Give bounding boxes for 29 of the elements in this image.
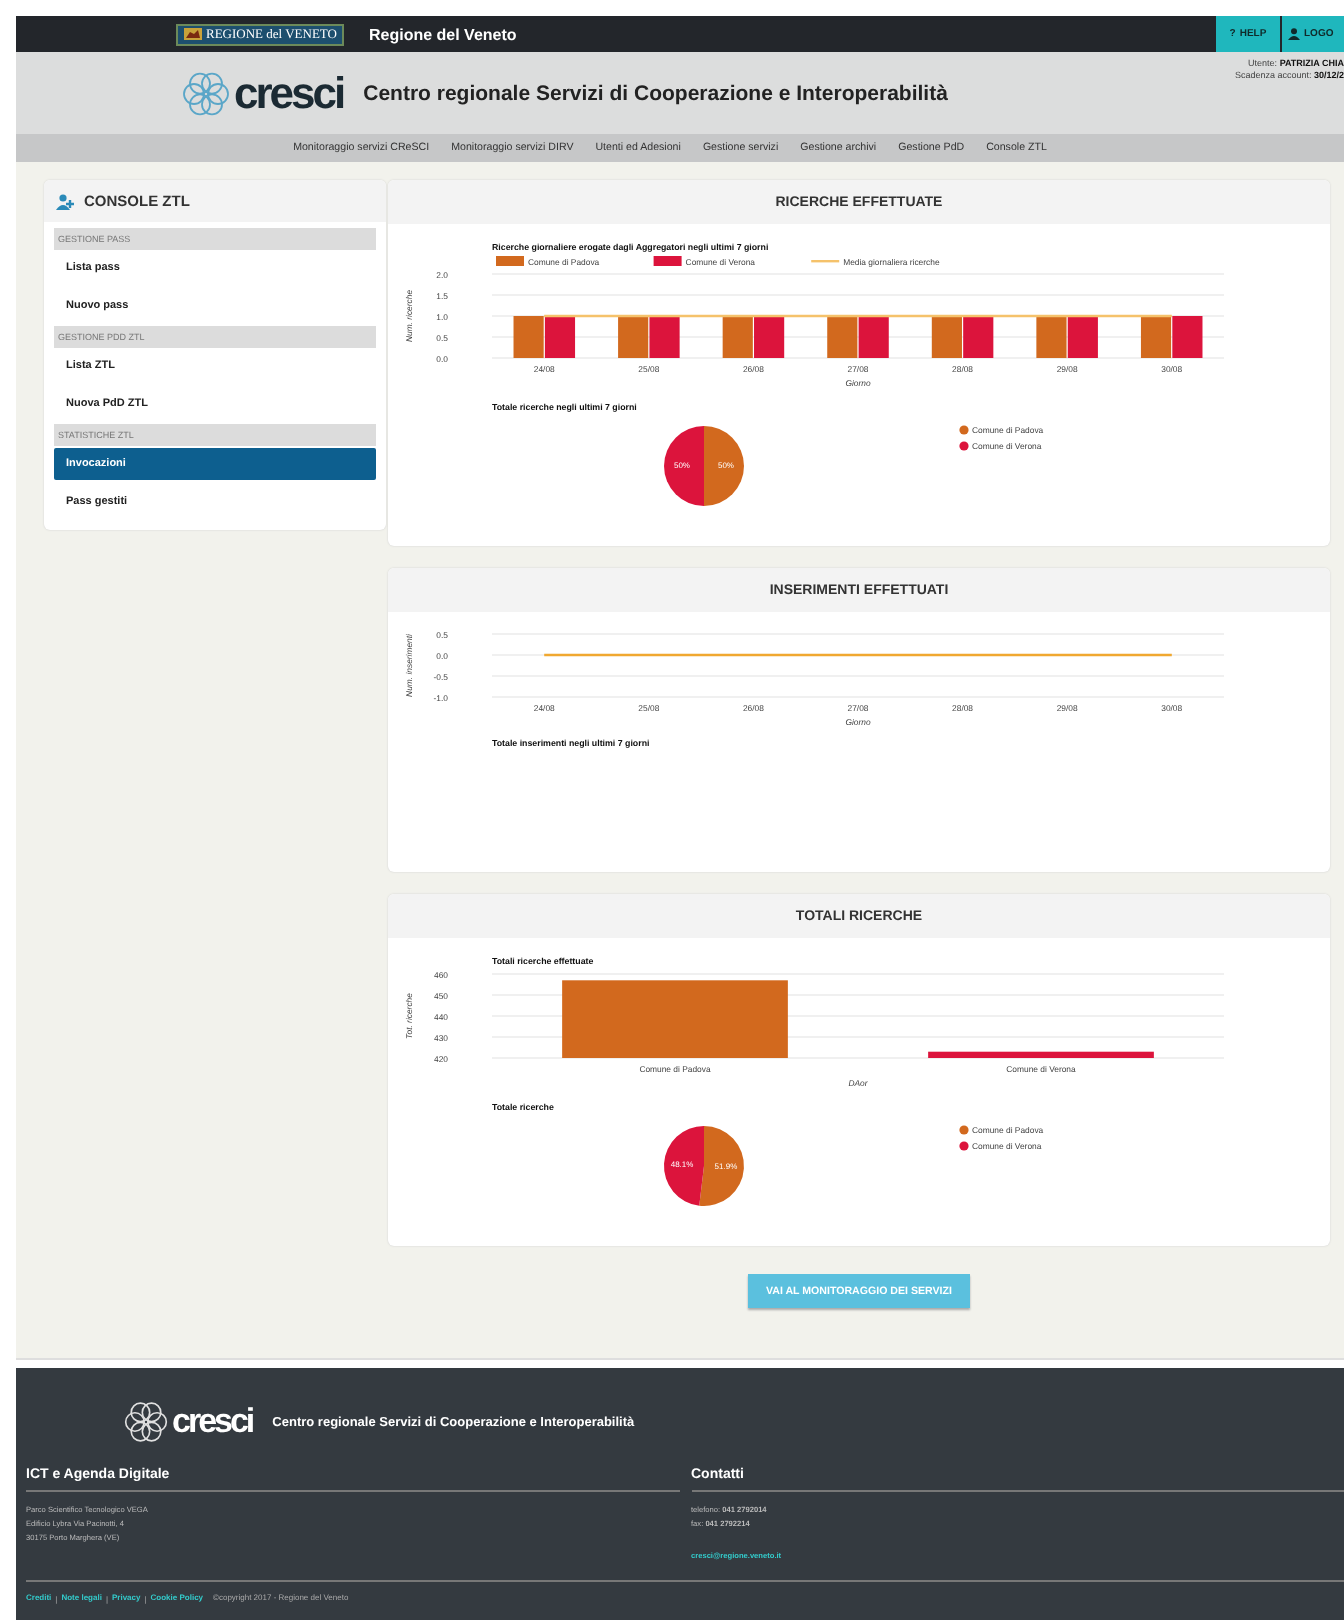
- bar: [1172, 316, 1203, 358]
- bar: [618, 316, 649, 358]
- bar: [754, 316, 785, 358]
- flower-icon: [180, 67, 232, 119]
- bar: [722, 316, 753, 358]
- pie-slice: [664, 1126, 704, 1206]
- users-icon: [56, 193, 76, 209]
- bar: [1036, 316, 1067, 358]
- header-title: Centro regionale Servizi di Cooperazione e Interoperabilità: [363, 81, 948, 105]
- bar: [544, 316, 576, 358]
- pie-slice: [664, 426, 704, 506]
- pie-slice: [704, 426, 744, 506]
- cresci-logo[interactable]: cresci: [122, 1398, 253, 1446]
- bar: [858, 316, 889, 358]
- logo-text: cresci: [172, 1402, 253, 1442]
- lion-emblem-icon: [184, 28, 202, 40]
- flower-icon: [122, 1398, 170, 1446]
- bar: [931, 316, 962, 358]
- bar: [1140, 316, 1172, 358]
- bar: [513, 316, 544, 358]
- cresci-logo[interactable]: cresci: [180, 67, 344, 119]
- bar: [827, 316, 858, 358]
- logo-text: cresci: [234, 67, 344, 119]
- bar: [963, 316, 994, 358]
- pie-slice: [699, 1126, 744, 1206]
- bar: [1067, 316, 1098, 358]
- user-icon: [1288, 28, 1300, 40]
- bar: [649, 316, 680, 358]
- site-title: Regione del Veneto: [368, 25, 517, 43]
